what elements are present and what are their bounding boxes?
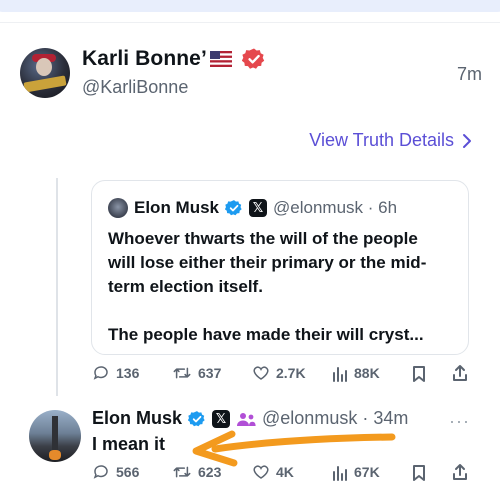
quoted-text-line: term election itself. (108, 277, 263, 296)
quoted-text-line: The people have made their will cryst... (108, 325, 424, 344)
avatar-banner (23, 75, 67, 93)
retweet-icon (173, 466, 191, 478)
avatar[interactable] (20, 48, 70, 98)
quoted-post-header: Elon Musk 𝕏 @elonmusk · 6h (108, 198, 397, 218)
view-details-label: View Truth Details (309, 130, 454, 150)
x-logo-icon: 𝕏 (212, 409, 231, 428)
red-verified-badge-icon (242, 48, 265, 69)
views-button[interactable]: 88K (332, 364, 380, 382)
quoted-action-bar: 136 637 2.7K 88K (92, 364, 472, 386)
heart-icon (253, 366, 269, 380)
reply-author-name[interactable]: Elon Musk (92, 408, 182, 429)
top-bar (0, 0, 500, 20)
more-options-icon[interactable]: ··· (449, 411, 470, 432)
divider (0, 22, 500, 23)
retweet-count: 637 (198, 365, 222, 381)
bookmark-icon[interactable] (412, 365, 426, 383)
like-button[interactable]: 4K (252, 463, 294, 481)
avatar-flame (49, 450, 61, 460)
reply-avatar[interactable] (29, 410, 81, 462)
blue-verified-badge-icon (188, 410, 205, 426)
x-logo-icon: 𝕏 (249, 199, 268, 217)
chevron-right-icon (463, 133, 471, 148)
post-time: 7m (456, 64, 482, 84)
author-name[interactable]: Karli Bonne’ (82, 47, 207, 71)
blue-verified-badge-icon (225, 200, 242, 216)
reply-handle-time[interactable]: @elonmusk · 34m (262, 408, 408, 429)
view-truth-details-link[interactable]: View Truth Details (309, 130, 472, 151)
views-button[interactable]: 67K (332, 463, 380, 481)
reply-icon (93, 366, 108, 380)
retweet-button[interactable]: 637 (172, 364, 221, 382)
heart-icon (253, 465, 269, 479)
reply-header: Elon Musk 𝕏 @elonmusk · 34m (92, 408, 408, 429)
share-icon[interactable] (452, 364, 468, 382)
like-count: 2.7K (276, 365, 306, 381)
quoted-post-card[interactable]: Elon Musk 𝕏 @elonmusk · 6h Whoever thwar… (91, 180, 469, 355)
reply-icon (93, 465, 108, 479)
reply-count: 566 (116, 464, 140, 480)
author-handle[interactable]: @KarliBonne (82, 77, 188, 98)
like-button[interactable]: 2.7K (252, 364, 306, 382)
avatar-face (36, 58, 52, 76)
retweet-count: 623 (198, 464, 222, 480)
reply-action-bar: 566 623 4K 67K (92, 463, 472, 485)
quoted-author-name[interactable]: Elon Musk (134, 198, 219, 218)
quoted-post-text: Whoever thwarts the will of the people w… (108, 227, 458, 347)
thread-line (56, 178, 58, 396)
quoted-handle-time[interactable]: @elonmusk · 6h (273, 198, 397, 218)
quoted-avatar[interactable] (108, 198, 128, 218)
quoted-text-line: will lose either their primary or the mi… (108, 253, 427, 272)
quoted-text-line: Whoever thwarts the will of the people (108, 229, 418, 248)
views-chart-icon (333, 367, 347, 382)
share-icon[interactable] (452, 463, 468, 481)
views-count: 67K (354, 464, 380, 480)
search-bar-remnant[interactable] (0, 0, 500, 12)
views-chart-icon (333, 466, 347, 481)
reply-text: I mean it (92, 434, 166, 454)
like-count: 4K (276, 464, 294, 480)
reply-count: 136 (116, 365, 140, 381)
bookmark-icon[interactable] (412, 464, 426, 482)
views-count: 88K (354, 365, 380, 381)
reply-button[interactable]: 566 (92, 463, 139, 481)
retweet-button[interactable]: 623 (172, 463, 221, 481)
us-flag-icon (210, 51, 232, 67)
people-affiliation-icon (237, 412, 256, 426)
reply-button[interactable]: 136 (92, 364, 139, 382)
retweet-icon (173, 367, 191, 379)
